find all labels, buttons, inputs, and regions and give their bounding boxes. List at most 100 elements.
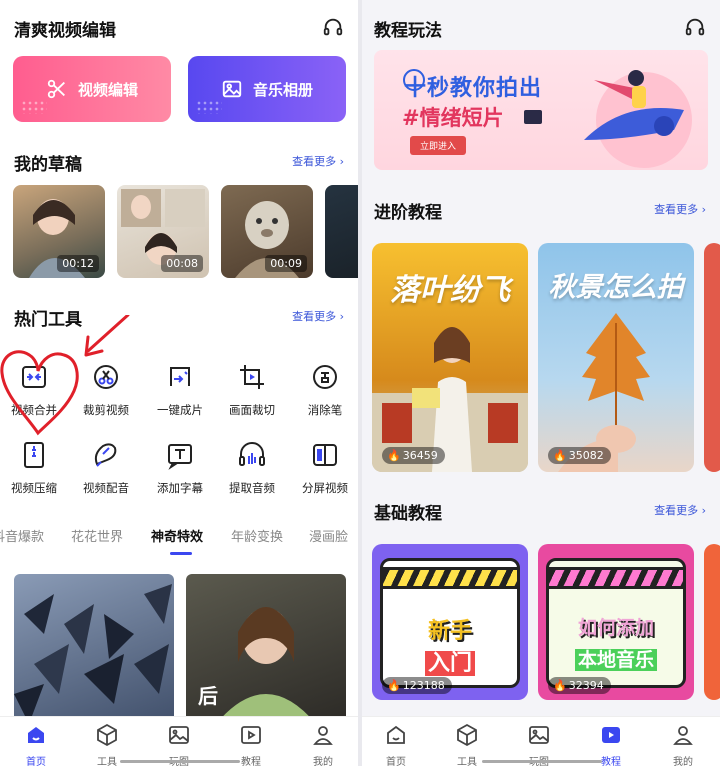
card-line1: 新手 — [427, 619, 472, 644]
view-count-value: 32394 — [568, 679, 604, 692]
music-album-label: 音乐相册 — [252, 80, 313, 99]
tool-crop[interactable]: 画面裁切 — [217, 362, 287, 418]
subtitle-icon — [168, 444, 192, 470]
headphones-icon[interactable] — [322, 16, 344, 38]
effect-card[interactable] — [14, 574, 174, 724]
drafts-title: 我的草稿 — [14, 155, 82, 175]
compress-icon — [24, 442, 44, 468]
tool-eraser[interactable]: 消除笔 — [290, 362, 358, 418]
draft-item[interactable]: 00:08 — [117, 185, 209, 278]
draft-duration: 00:08 — [161, 255, 203, 272]
tutorial-card-partial[interactable] — [704, 243, 720, 472]
tutorial-card[interactable]: 秋景怎么拍 🔥 35082 — [538, 243, 694, 472]
fire-icon: 🔥 — [553, 449, 567, 462]
tool-label: 提取音频 — [229, 481, 275, 495]
tool-video-compress[interactable]: 视频压缩 — [0, 440, 69, 496]
tool-extract-audio[interactable]: 提取音频 — [217, 440, 287, 496]
tab-comic-face[interactable]: 漫画脸 — [309, 526, 348, 545]
draft-item-partial[interactable] — [325, 185, 358, 278]
tutorial-screen: 教程玩法 十秒教你拍出 #情绪短片 立即进入 进阶教程 查看更多 › 落叶纷飞 — [362, 0, 720, 766]
page-title: 教程玩法 — [374, 21, 442, 41]
nav-home[interactable]: 首页 — [368, 723, 424, 766]
advanced-title: 进阶教程 — [374, 203, 442, 223]
auto-film-icon — [170, 367, 190, 386]
tutorial-icon — [241, 726, 261, 744]
tools-icon — [457, 723, 477, 747]
tutorial-icon — [602, 727, 620, 743]
view-count: 🔥 35082 — [548, 447, 611, 464]
extract-audio-icon — [239, 442, 265, 466]
eraser-icon — [313, 365, 337, 389]
view-count-value: 36459 — [402, 449, 438, 462]
nav-home[interactable]: 首页 — [8, 723, 64, 766]
top-bar: 教程玩法 — [362, 0, 720, 54]
home-indicator — [120, 760, 240, 763]
tool-label: 一键成片 — [157, 403, 203, 417]
tool-label: 消除笔 — [307, 403, 343, 417]
top-bar: 清爽视频编辑 — [0, 0, 358, 54]
basic-tutorial-card[interactable]: 如何添加 本地音乐 🔥 32394 — [538, 544, 694, 700]
home-screen: 清爽视频编辑 视频编辑 音乐相册 我的草稿 查看更多 › 00:12 00:08… — [0, 0, 358, 766]
banner-enter-button[interactable]: 立即进入 — [410, 136, 467, 155]
image-icon — [529, 726, 549, 744]
home-icon — [28, 727, 44, 743]
annotation-heart-arrow — [0, 315, 130, 436]
video-edit-button[interactable]: 视频编辑 — [13, 56, 171, 122]
nav-profile[interactable]: 我的 — [655, 723, 711, 766]
video-edit-label: 视频编辑 — [77, 80, 138, 99]
basic-more-link[interactable]: 查看更多 › — [654, 502, 706, 518]
active-tab-indicator — [170, 552, 192, 555]
scissors-icon — [47, 79, 65, 99]
tab-magic-effects[interactable]: 神奇特效 — [151, 526, 203, 545]
tab-age-change[interactable]: 年龄变换 — [231, 526, 283, 545]
tool-label: 添加字幕 — [157, 481, 203, 495]
view-count: 🔥 32394 — [548, 677, 611, 694]
tool-label: 视频压缩 — [11, 481, 57, 495]
tutorial-banner[interactable]: 十秒教你拍出 #情绪短片 立即进入 — [374, 50, 708, 170]
fire-icon: 🔥 — [553, 679, 567, 692]
tutorial-card[interactable]: 落叶纷飞 🔥 36459 — [372, 243, 528, 472]
tool-dubbing[interactable]: 视频配音 — [71, 440, 141, 496]
nav-label: 首页 — [386, 757, 406, 766]
draft-duration: 00:12 — [57, 255, 99, 272]
draft-item[interactable]: 00:09 — [221, 185, 313, 278]
split-screen-icon — [313, 444, 337, 466]
tab-flower-world[interactable]: 花花世界 — [71, 526, 123, 545]
nav-profile[interactable]: 我的 — [295, 723, 351, 766]
home-indicator — [482, 760, 602, 763]
card-stripe — [383, 567, 517, 589]
effect-card[interactable]: 后 — [186, 574, 346, 724]
card-frame: 如何添加 本地音乐 — [546, 558, 686, 688]
draft-duration: 00:09 — [265, 255, 307, 272]
bottom-nav: 首页 工具 玩图 教程 我的 — [362, 716, 720, 766]
card-line1: 如何添加 — [577, 617, 654, 639]
nav-label: 我的 — [313, 757, 333, 766]
view-count-value: 123188 — [402, 679, 445, 692]
profile-icon — [673, 726, 693, 745]
tutorial-title: 落叶纷飞 — [390, 273, 510, 308]
tool-label: 视频配音 — [83, 481, 129, 495]
tab-douyin[interactable]: 抖音爆款 — [0, 526, 44, 545]
tool-add-subtitle[interactable]: 添加字幕 — [145, 440, 215, 496]
basic-tutorial-card-partial[interactable] — [704, 544, 720, 700]
advanced-more-link[interactable]: 查看更多 › — [654, 201, 706, 217]
card-line2: 入门 — [383, 645, 517, 677]
basic-tutorial-card[interactable]: 新手 入门 🔥 123188 — [372, 544, 528, 700]
drafts-more-link[interactable]: 查看更多 › — [292, 153, 344, 169]
view-count-value: 35082 — [568, 449, 604, 462]
draft-item[interactable]: 00:12 — [13, 185, 105, 278]
category-tabs: 抖音爆款 花花世界 神奇特效 年龄变换 漫画脸 — [0, 526, 358, 548]
crop-icon — [240, 365, 264, 389]
tool-split-screen[interactable]: 分屏视频 — [290, 440, 358, 496]
headphones-icon[interactable] — [684, 16, 706, 38]
banner-line1: 十秒教你拍出 — [404, 76, 543, 101]
bottom-nav: 首页 工具 玩图 教程 我的 — [0, 716, 358, 766]
music-album-button[interactable]: 音乐相册 — [188, 56, 346, 122]
app-title: 清爽视频编辑 — [14, 21, 116, 41]
photo-icon — [222, 80, 242, 98]
fire-icon: 🔥 — [387, 679, 401, 692]
hot-tools-more-link[interactable]: 查看更多 › — [292, 308, 344, 324]
view-count: 🔥 36459 — [382, 447, 445, 464]
tool-auto-film[interactable]: 一键成片 — [145, 362, 215, 418]
tools-icon — [97, 723, 117, 747]
